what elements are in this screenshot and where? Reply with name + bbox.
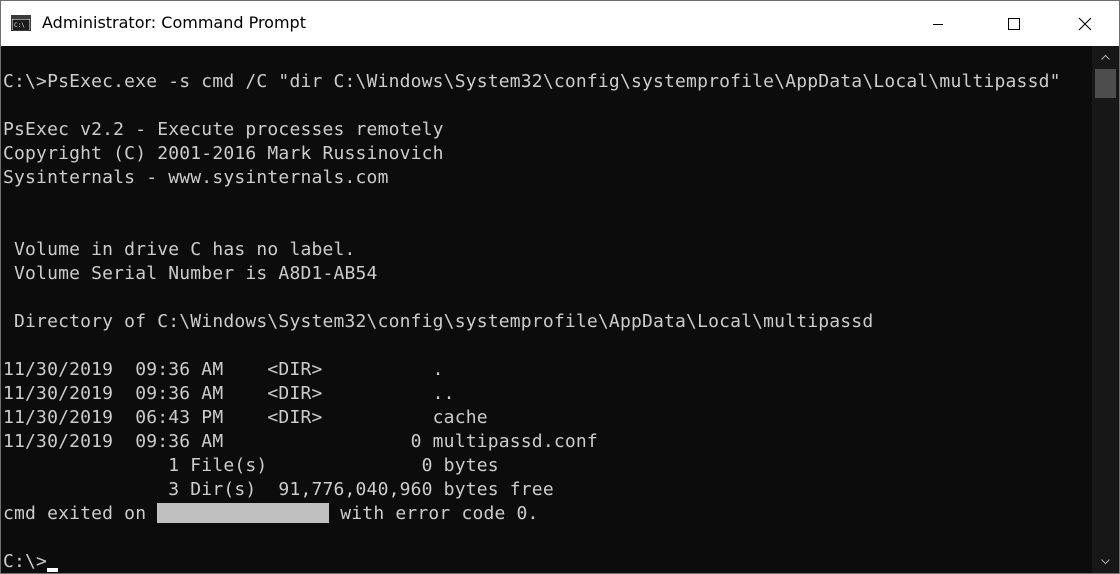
directory-of-line: Directory of C:\Windows\System32\config\… xyxy=(3,311,874,332)
text-cursor xyxy=(47,568,59,572)
title-bar[interactable]: C:\ Administrator: Command Prompt xyxy=(1,1,1119,46)
scroll-down-arrow-icon[interactable] xyxy=(1092,551,1119,573)
command-line: C:\>PsExec.exe -s cmd /C "dir C:\Windows… xyxy=(3,71,1061,92)
console-output[interactable]: C:\>PsExec.exe -s cmd /C "dir C:\Windows… xyxy=(1,46,1092,573)
banner-line: Copyright (C) 2001-2016 Mark Russinovich xyxy=(3,143,444,164)
listing-row: 11/30/2019 06:43 PM <DIR> cache xyxy=(3,407,488,428)
close-icon xyxy=(1078,17,1092,31)
close-button[interactable] xyxy=(1062,1,1108,46)
command-prompt-window: C:\ Administrator: Command Prompt C:\>Ps… xyxy=(0,0,1120,574)
scroll-up-arrow-icon[interactable] xyxy=(1092,46,1119,68)
exit-suffix: with error code 0. xyxy=(329,503,539,524)
svg-text:C:\: C:\ xyxy=(14,22,25,29)
maximize-icon xyxy=(1007,17,1021,31)
banner-line: Sysinternals - www.sysinternals.com xyxy=(3,167,389,188)
volume-serial-line: Volume Serial Number is A8D1-AB54 xyxy=(3,263,378,284)
command-prompt-icon[interactable]: C:\ xyxy=(11,15,31,31)
prompt: C:\> xyxy=(3,551,48,572)
window-title: Administrator: Command Prompt xyxy=(42,13,306,32)
prompt-line[interactable]: C:\> xyxy=(3,550,59,573)
scroll-thumb[interactable] xyxy=(1095,69,1116,98)
listing-row: 11/30/2019 09:36 AM <DIR> . xyxy=(3,359,444,380)
listing-row: 11/30/2019 09:36 AM 0 multipassd.conf xyxy=(3,431,598,452)
minimize-icon xyxy=(932,18,944,30)
summary-files-line: 1 File(s) 0 bytes xyxy=(3,455,499,476)
volume-label-line: Volume in drive C has no label. xyxy=(3,239,356,260)
listing-row: 11/30/2019 09:36 AM <DIR> .. xyxy=(3,383,455,404)
exit-prefix: cmd exited on xyxy=(3,503,158,524)
exit-status-line: cmd exited on with error code 0. xyxy=(3,502,539,526)
banner-line: PsExec v2.2 - Execute processes remotely xyxy=(3,119,444,140)
redacted-hostname xyxy=(157,503,330,523)
vertical-scrollbar[interactable] xyxy=(1092,46,1119,573)
maximize-button[interactable] xyxy=(991,1,1037,46)
minimize-button[interactable] xyxy=(915,1,961,46)
summary-dirs-line: 3 Dir(s) 91,776,040,960 bytes free xyxy=(3,479,554,500)
